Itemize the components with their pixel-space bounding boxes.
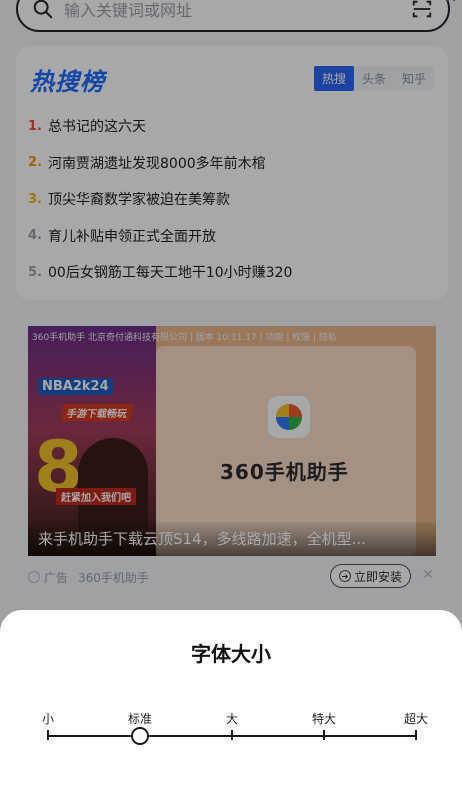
slider-tick — [415, 730, 417, 740]
slider-tick — [47, 730, 49, 740]
sheet-title: 字体大小 — [191, 642, 271, 666]
size-label-extra-large[interactable]: 特大 — [312, 710, 336, 727]
slider-tick — [231, 730, 233, 740]
font-size-sheet: 字体大小 小 标准 大 特大 超大 — [0, 610, 462, 800]
slider-tick — [323, 730, 325, 740]
size-label-standard[interactable]: 标准 — [128, 710, 152, 727]
font-size-slider[interactable]: 小 标准 大 特大 超大 — [42, 706, 428, 750]
size-label-large[interactable]: 大 — [226, 710, 238, 727]
slider-thumb[interactable] — [131, 727, 149, 745]
size-label-small[interactable]: 小 — [42, 710, 54, 727]
size-label-super-large[interactable]: 超大 — [404, 710, 428, 727]
